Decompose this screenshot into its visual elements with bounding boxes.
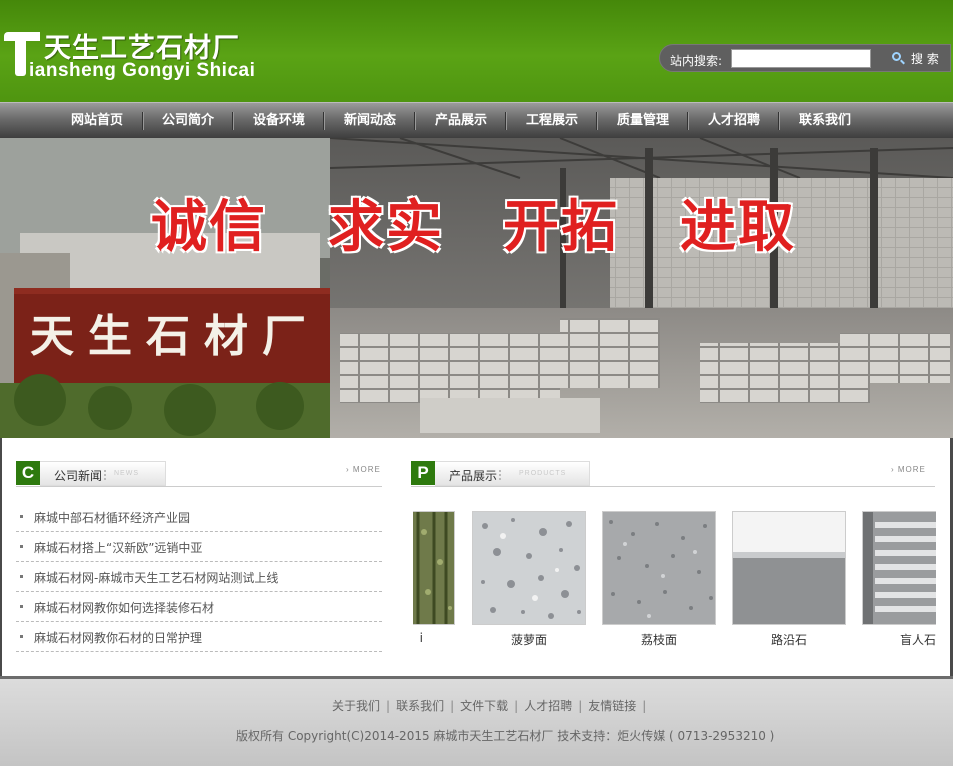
bullet-icon: [20, 575, 23, 578]
news-badge: C: [16, 461, 40, 485]
product-carousel: i 菠萝面 荔枝面 路沿石 盲人石: [413, 511, 936, 651]
copyright-text: 版权所有 Copyright(C)2014-2015 麻城市天生工艺石材厂 技术…: [236, 729, 775, 743]
product-image: [472, 511, 586, 625]
search-input[interactable]: [731, 49, 871, 68]
product-name: 盲人石: [900, 633, 936, 647]
search-icon: [892, 52, 901, 61]
slogan-word-1: 诚信: [151, 195, 267, 260]
logo-english-name: iansheng Gongyi Shicai: [29, 60, 256, 81]
nav-divider: [142, 112, 144, 130]
nav-item-news[interactable]: 新闻动态: [327, 103, 413, 139]
products-more-label: MORE: [897, 465, 926, 474]
footer-link-friends[interactable]: 友情链接: [588, 699, 636, 713]
footer-separator: |: [386, 699, 391, 713]
products-badge: P: [411, 461, 435, 485]
news-item[interactable]: 麻城中部石材循环经济产业园: [16, 502, 382, 532]
slogan-word-4: 进取: [680, 195, 796, 260]
news-item[interactable]: 麻城石材网教你如何选择装修石材: [16, 592, 382, 622]
news-more-link[interactable]: › MORE: [346, 465, 381, 474]
site-header: 天生工艺石材厂 iansheng Gongyi Shicai 站内搜索: 搜 索: [0, 0, 953, 102]
nav-item-about[interactable]: 公司简介: [145, 103, 231, 139]
footer-separator: |: [450, 699, 455, 713]
news-list: 麻城中部石材循环经济产业园 麻城石材搭上“汉新欧”远销中亚 麻城石材网-麻城市天…: [16, 502, 382, 652]
nav-divider: [505, 112, 507, 130]
product-name: 菠萝面: [510, 633, 547, 647]
news-tab: 公司新闻 NEWS: [40, 461, 166, 486]
nav-divider: [687, 112, 689, 130]
footer-links: 关于我们 | 联系我们 | 文件下载 | 人才招聘 | 友情链接 |: [332, 697, 652, 714]
nav-item-home[interactable]: 网站首页: [54, 103, 140, 139]
bullet-icon: [20, 515, 23, 518]
products-section-subtitle: PRODUCTS: [519, 470, 567, 477]
nav-divider: [414, 112, 416, 130]
news-more-label: MORE: [352, 465, 381, 474]
nav-item-projects[interactable]: 工程展示: [509, 103, 595, 139]
product-image: [732, 511, 846, 625]
search-label: 站内搜索:: [670, 54, 723, 68]
nav-item-contact[interactable]: 联系我们: [782, 103, 868, 139]
slogan-word-3: 开拓: [503, 195, 619, 260]
products-section-header: P 产品展示 PRODUCTS › MORE: [411, 461, 935, 487]
nav-divider: [323, 112, 325, 130]
factory-photo: [0, 138, 953, 438]
site-footer: 关于我们 | 联系我们 | 文件下载 | 人才招聘 | 友情链接 | 版权所有 Copyright…: [0, 676, 953, 766]
bullet-icon: [20, 605, 23, 608]
news-item-title: 麻城中部石材循环经济产业园: [34, 511, 191, 525]
product-name: 路沿石: [770, 633, 807, 647]
divider-dots: [499, 470, 501, 480]
news-item[interactable]: 麻城石材网-麻城市天生工艺石材网站测试上线: [16, 562, 382, 592]
search-button[interactable]: 搜 索: [890, 49, 946, 68]
product-image: [862, 511, 936, 625]
footer-link-contact[interactable]: 联系我们: [396, 699, 444, 713]
main-nav: 网站首页 公司简介 设备环境 新闻动态 产品展示 工程展示 质量管理 人才招聘 …: [0, 102, 953, 138]
footer-separator: |: [642, 699, 647, 713]
bullet-icon: [20, 545, 23, 548]
product-image: [413, 511, 455, 625]
footer-link-downloads[interactable]: 文件下载: [460, 699, 508, 713]
nav-divider: [596, 112, 598, 130]
news-item-title: 麻城石材网教你如何选择装修石材: [34, 601, 215, 615]
hero-banner: 诚信 求实 开拓 进取 天生石材厂: [0, 138, 953, 438]
footer-link-about[interactable]: 关于我们: [332, 699, 380, 713]
nav-item-equipment[interactable]: 设备环境: [236, 103, 322, 139]
nav-divider: [232, 112, 234, 130]
site-logo[interactable]: 天生工艺石材厂 iansheng Gongyi Shicai: [4, 26, 294, 86]
footer-link-jobs[interactable]: 人才招聘: [524, 699, 572, 713]
news-item-title: 麻城石材网教你石材的日常护理: [34, 631, 203, 645]
product-image: [602, 511, 716, 625]
products-section-title: 产品展示: [449, 469, 498, 483]
nav-item-products[interactable]: 产品展示: [418, 103, 504, 139]
news-section-subtitle: NEWS: [114, 470, 139, 477]
nav-item-quality[interactable]: 质量管理: [600, 103, 686, 139]
factory-sign-text: 天生石材厂: [30, 311, 320, 362]
products-more-link[interactable]: › MORE: [891, 465, 926, 474]
footer-separator: |: [514, 699, 519, 713]
slogan-word-2: 求实: [328, 195, 444, 260]
news-section-title: 公司新闻: [54, 469, 103, 483]
divider-dots: [104, 470, 106, 480]
news-item-title: 麻城石材网-麻城市天生工艺石材网站测试上线: [34, 571, 279, 585]
products-tab: 产品展示 PRODUCTS: [435, 461, 590, 486]
frame-left-edge: [0, 438, 2, 676]
search-button-label: 搜 索: [911, 52, 939, 66]
product-name: i: [419, 631, 423, 645]
news-item[interactable]: 麻城石材搭上“汉新欧”远销中亚: [16, 532, 382, 562]
news-section-header: C 公司新闻 NEWS › MORE: [16, 461, 382, 487]
nav-divider: [778, 112, 780, 130]
footer-separator: |: [578, 699, 583, 713]
nav-item-jobs[interactable]: 人才招聘: [691, 103, 777, 139]
site-search: 站内搜索: 搜 索: [659, 44, 951, 72]
bullet-icon: [20, 635, 23, 638]
product-name: 荔枝面: [640, 633, 677, 647]
news-item[interactable]: 麻城石材网教你石材的日常护理: [16, 622, 382, 652]
news-item-title: 麻城石材搭上“汉新欧”远销中亚: [34, 541, 203, 555]
